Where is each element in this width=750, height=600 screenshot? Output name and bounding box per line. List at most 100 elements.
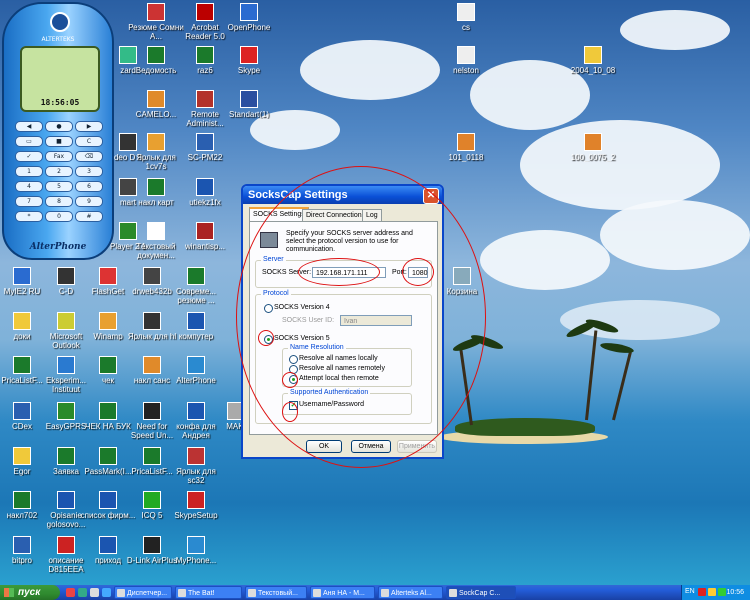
passmark-icon: [99, 447, 117, 465]
phone-key[interactable]: 1: [15, 166, 43, 177]
taskbar-button[interactable]: Текстовый...: [245, 586, 307, 599]
resolve-remotely-radio[interactable]: [289, 365, 298, 374]
folder2004-icon: [584, 46, 602, 64]
port-input[interactable]: 1080: [408, 267, 428, 278]
sockscap-settings-dialog: SocksCap Settings ✕ SOCKS Settings Direc…: [241, 184, 444, 459]
phone-key[interactable]: 0: [45, 211, 73, 222]
desktop-icon-vedomost[interactable]: Ведомость: [128, 46, 184, 75]
desktop-icon-100[interactable]: 100_0075_2: [565, 133, 621, 162]
desktop-icon-label: Ведомость: [135, 66, 177, 75]
socks-v4-label: SOCKS Version 4: [274, 304, 330, 311]
desktop-icon-yarlyk-sc32[interactable]: Ярлык для sc32: [168, 447, 224, 485]
palm-leaf: [599, 341, 635, 355]
taskbar-button[interactable]: SockCap C...: [446, 586, 516, 599]
username-password-checkbox[interactable]: ✓: [289, 401, 298, 410]
tray-app-icon[interactable]: [718, 588, 726, 596]
phone-key[interactable]: 5: [45, 181, 73, 192]
desktop-icon-utiekz[interactable]: utiekz1fx: [177, 178, 233, 207]
phone-key[interactable]: ●: [45, 121, 73, 132]
ok-button[interactable]: OK: [306, 440, 342, 453]
standart-icon: [240, 90, 258, 108]
desktop-icon-label: SC-PM22: [187, 153, 223, 162]
desktop-icon-komputer[interactable]: компутер: [168, 312, 224, 341]
cloud: [300, 40, 440, 100]
desktop-icon-myphone[interactable]: MyPhone...: [168, 536, 224, 565]
outlook-icon: [57, 312, 75, 330]
100-icon: [584, 133, 602, 151]
task-app-icon: [117, 589, 125, 597]
desktop-icon-openphone[interactable]: OpenPhone: [221, 3, 277, 32]
resolve-locally-radio[interactable]: [289, 355, 298, 364]
tray-app-icon[interactable]: [698, 588, 706, 596]
desktop-icon-resume[interactable]: Резюме Сомни А...: [128, 3, 184, 41]
desktop-icon-camelot[interactable]: CAMELO...: [128, 90, 184, 119]
tray-app-icon[interactable]: [708, 588, 716, 596]
phone-key[interactable]: ✓: [15, 151, 43, 162]
desktop-icon-sovrem[interactable]: Совреме... резюме ...: [168, 267, 224, 305]
alterphone-widget[interactable]: ALTERTEKS 18:56:05 ◀ ● ▶ ▭ ■ C ✓ Fax ⌫ 1 2 3 4 5 6 7 8 9 *…: [2, 2, 114, 260]
phone-key[interactable]: 2: [45, 166, 73, 177]
phone-key[interactable]: ◀: [15, 121, 43, 132]
ie-icon[interactable]: [102, 588, 111, 597]
skypesetup-icon: [187, 491, 205, 509]
taskbar-button[interactable]: Аня НА - М...: [310, 586, 375, 599]
phone-key[interactable]: Fax: [45, 151, 73, 162]
desktop-icon-nelston[interactable]: nelston: [438, 46, 494, 75]
phone-key[interactable]: ■: [45, 136, 73, 147]
palm-tree: [612, 351, 632, 421]
desktop-icon-label: AlterPhone: [176, 376, 216, 385]
phone-key[interactable]: C: [75, 136, 103, 147]
desktop-icon-yarlyk1[interactable]: Ярлык для 1cv7s: [128, 133, 184, 171]
dialog-titlebar[interactable]: SocksCap Settings ✕: [243, 186, 442, 204]
desktop-icon-folder2004[interactable]: 2004_10_08: [565, 46, 621, 75]
desktop-icon-cs[interactable]: cs: [438, 3, 494, 32]
desktop-icon-textdoc[interactable]: Текстовый докумен...: [128, 222, 184, 260]
desktop-icon-skypesetup[interactable]: SkypeSetup: [168, 491, 224, 520]
tab-log[interactable]: Log: [362, 209, 382, 221]
taskbar-button[interactable]: Alterteks Al...: [378, 586, 443, 599]
phone-key[interactable]: 6: [75, 181, 103, 192]
attempt-local-remote-radio[interactable]: [289, 375, 298, 384]
nfs-icon: [143, 402, 161, 420]
start-button[interactable]: пуск: [0, 585, 60, 600]
tab-direct-connections[interactable]: Direct Connections: [302, 209, 370, 221]
phone-key[interactable]: ▭: [15, 136, 43, 147]
myie-icon: [13, 267, 31, 285]
desktop-icon-skype[interactable]: Skype: [221, 46, 277, 75]
taskbar-button[interactable]: The Bat!: [175, 586, 242, 599]
flashget-icon: [99, 267, 117, 285]
acrobat-icon: [196, 3, 214, 21]
opisanie-icon: [57, 491, 75, 509]
quicklaunch-icon[interactable]: [78, 588, 87, 597]
phone-key[interactable]: #: [75, 211, 103, 222]
phone-key[interactable]: ▶: [75, 121, 103, 132]
cancel-button[interactable]: Отмена: [351, 440, 391, 453]
desktop-icon-101[interactable]: 101_0118: [438, 133, 494, 162]
dialog-title: SocksCap Settings: [248, 189, 348, 201]
phone-key[interactable]: *: [15, 211, 43, 222]
eksperim-icon: [57, 356, 75, 374]
apply-button[interactable]: Применить: [397, 440, 437, 453]
attempt-local-remote-label: Attempt local then remote: [299, 375, 379, 382]
phone-key[interactable]: 3: [75, 166, 103, 177]
desktop-icon-winantisp[interactable]: winantisp...: [177, 222, 233, 251]
taskbar-button[interactable]: Диспетчер...: [114, 586, 172, 599]
desktop-icon-scpm22[interactable]: SC-PM22: [177, 133, 233, 162]
cloud: [560, 300, 720, 340]
show-desktop-icon[interactable]: [90, 588, 99, 597]
language-indicator[interactable]: EN: [685, 588, 695, 595]
desktop-icon-alterphone[interactable]: AlterPhone: [168, 356, 224, 385]
phone-key[interactable]: 7: [15, 196, 43, 207]
socks-v4-radio[interactable]: [264, 304, 273, 313]
close-button[interactable]: ✕: [423, 188, 439, 204]
phone-key[interactable]: 4: [15, 181, 43, 192]
desktop-icon-naklkart[interactable]: накл карт: [128, 178, 184, 207]
socks-v5-radio[interactable]: [264, 335, 273, 344]
opera-icon[interactable]: [66, 588, 75, 597]
socks-server-input[interactable]: 192.168.171.111: [312, 267, 386, 278]
desktop-icon-standart[interactable]: Standart(1): [221, 90, 277, 119]
phone-key[interactable]: ⌫: [75, 151, 103, 162]
phone-key[interactable]: 8: [45, 196, 73, 207]
socks-userid-input[interactable]: Ivan: [340, 315, 412, 326]
phone-key[interactable]: 9: [75, 196, 103, 207]
